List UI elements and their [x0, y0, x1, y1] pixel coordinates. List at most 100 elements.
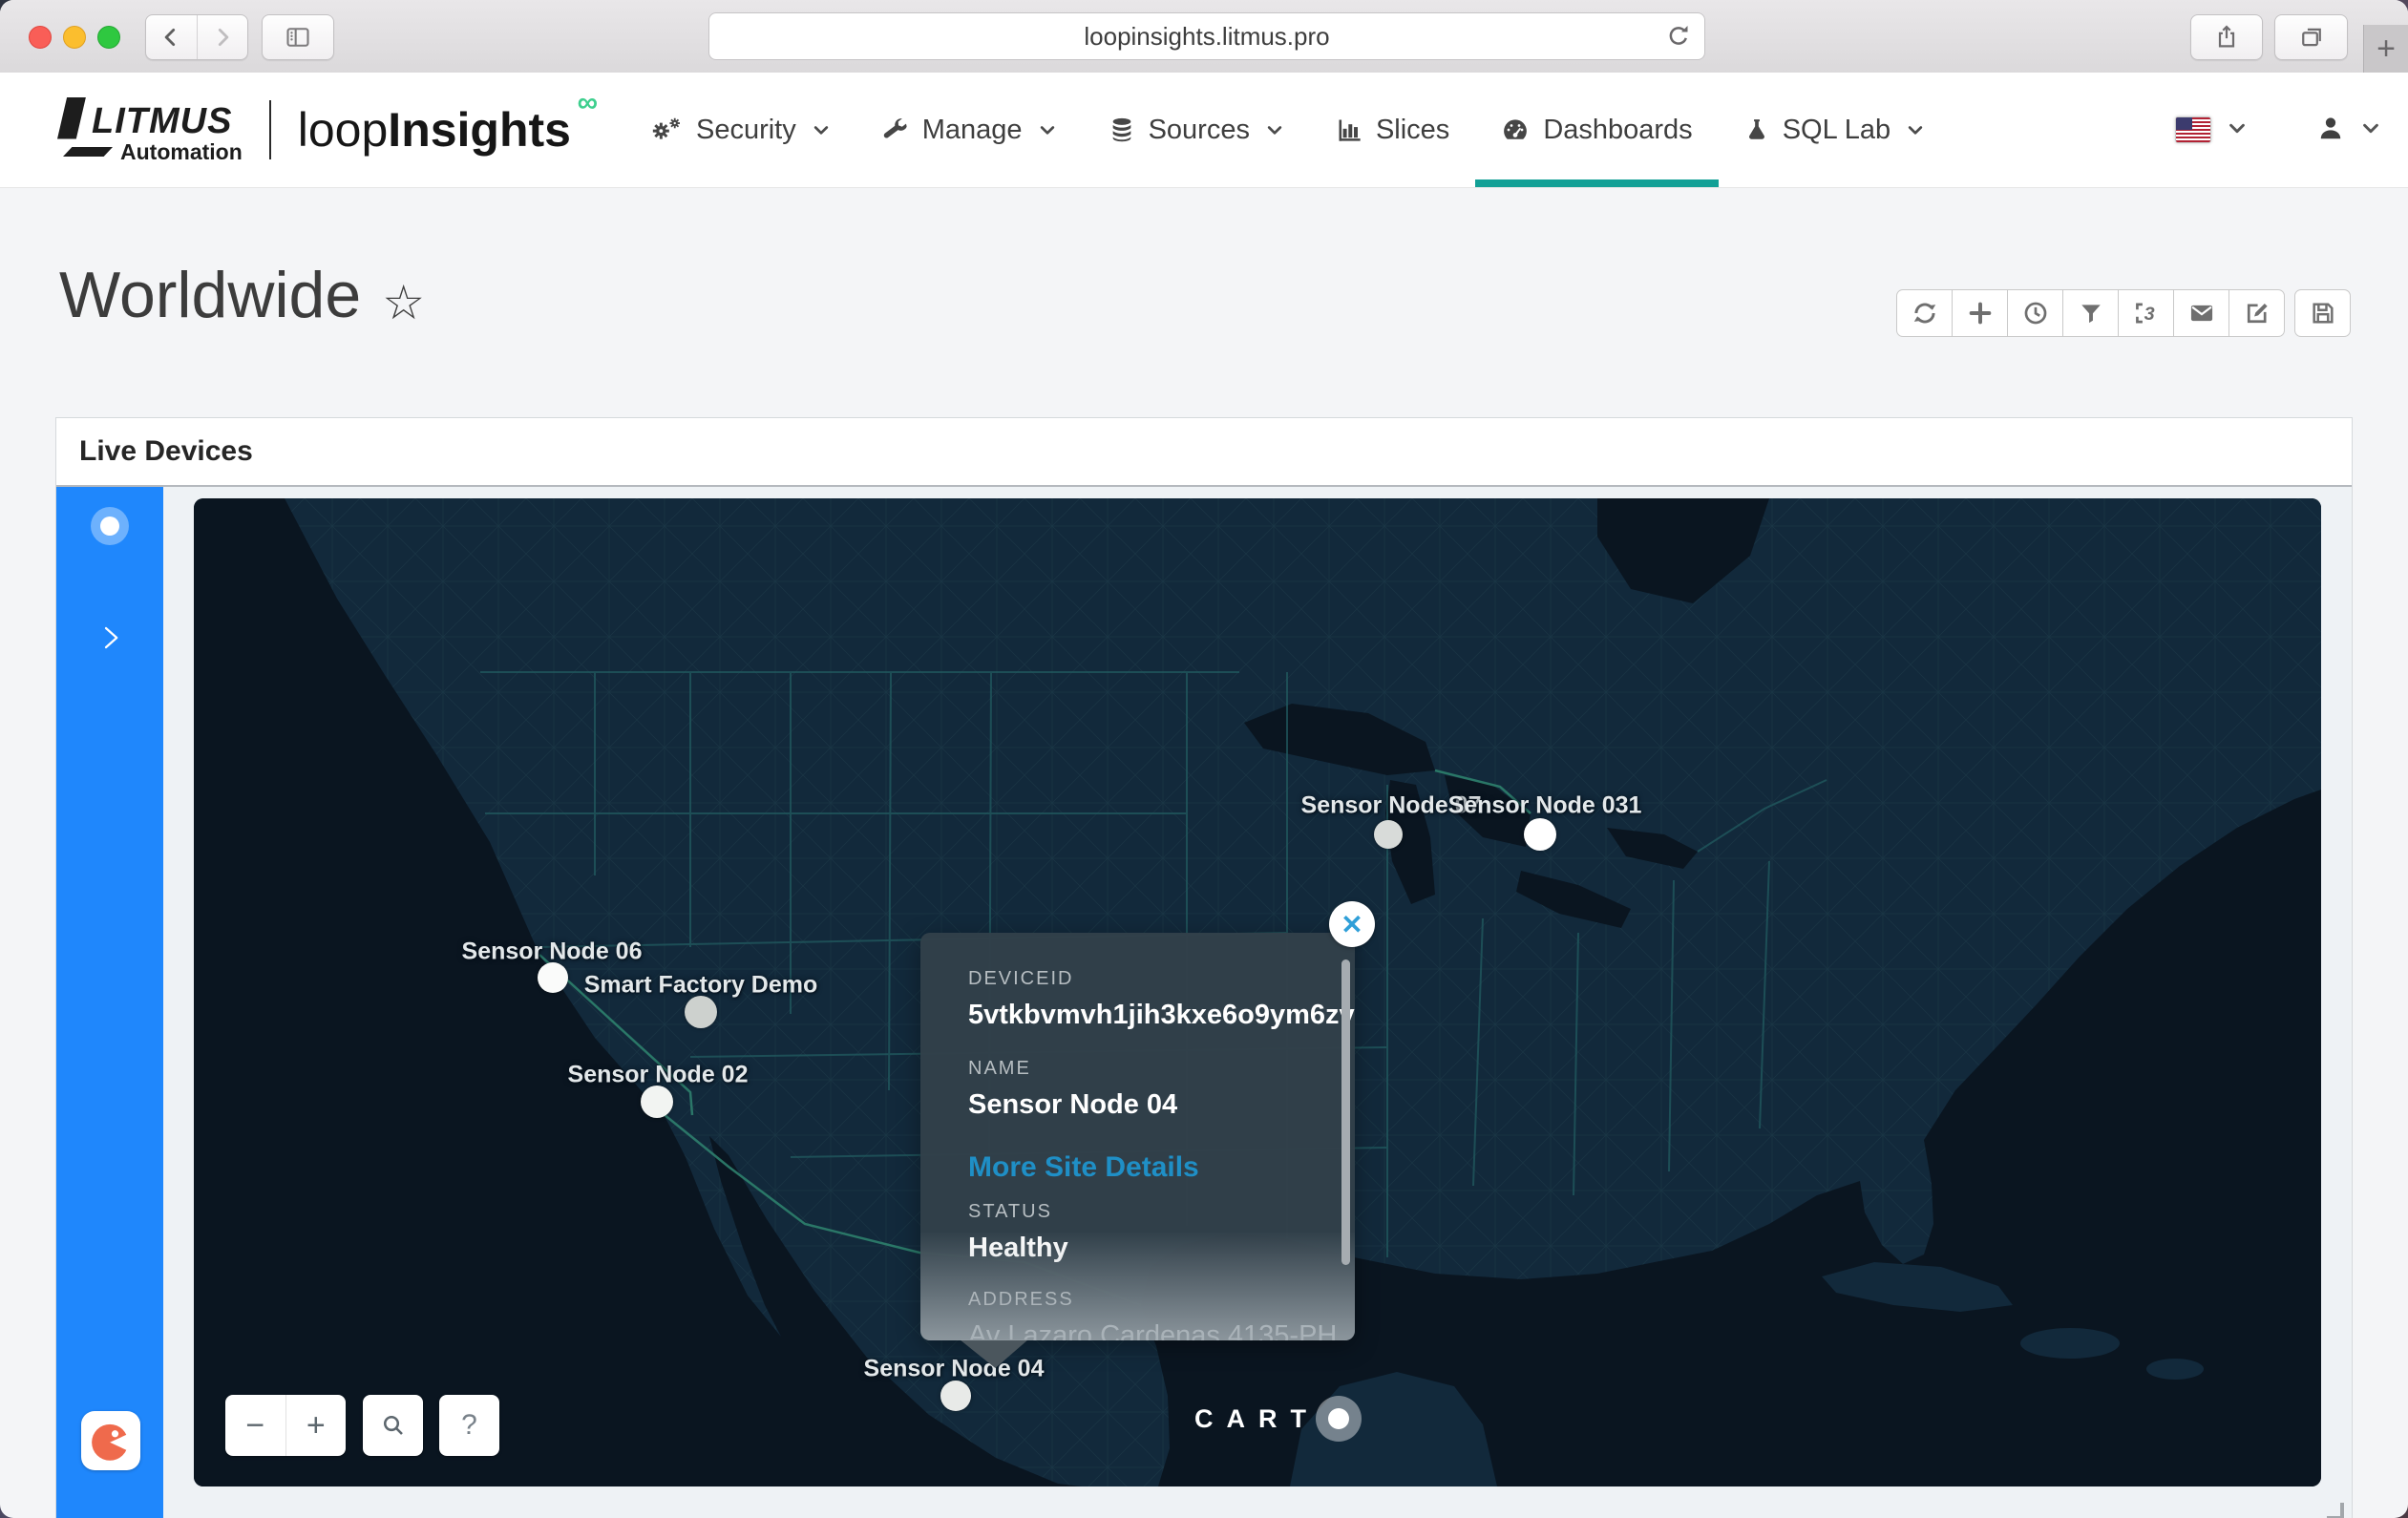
litmus-wordmark: LITMUS — [92, 103, 232, 139]
nav-item-manage[interactable]: Manage — [856, 73, 1083, 187]
edit-css-button[interactable]: 3 — [2118, 289, 2174, 337]
map-search-button[interactable] — [363, 1395, 423, 1456]
loopinsights-bold: Insights — [388, 103, 571, 157]
floppy-icon — [2310, 300, 2336, 327]
chevron-right-icon — [96, 621, 125, 655]
edit-dashboard-button[interactable] — [2228, 289, 2285, 337]
zoom-window-button[interactable] — [97, 26, 120, 49]
panel-header: Live Devices — [56, 418, 2352, 485]
close-icon: ✕ — [1341, 909, 1362, 940]
bar-chart-icon — [1336, 116, 1362, 143]
reload-button[interactable] — [1664, 22, 1693, 57]
add-slice-button[interactable] — [1952, 289, 2008, 337]
email-button[interactable] — [2173, 289, 2229, 337]
device-marker[interactable] — [641, 1086, 673, 1118]
popup-close-button[interactable]: ✕ — [1329, 901, 1375, 947]
loopinsights-thin: loop — [298, 103, 389, 157]
nav-item-sql-lab[interactable]: SQL Lab — [1719, 73, 1951, 187]
popup-field-label: NAME — [968, 1057, 1340, 1080]
chevron-right-icon — [210, 25, 235, 50]
schedule-button[interactable] — [2007, 289, 2063, 337]
svg-text:3: 3 — [2144, 304, 2154, 325]
address-bar[interactable]: loopinsights.litmus.pro — [708, 12, 1705, 60]
more-site-details-link[interactable]: More Site Details — [968, 1150, 1340, 1185]
carto-wordmark: CART — [1194, 1404, 1320, 1434]
marker-label: Sensor Node 031 — [1448, 792, 1642, 820]
gears-icon — [650, 116, 683, 143]
share-button[interactable] — [2190, 14, 2263, 60]
device-marker[interactable] — [685, 996, 717, 1028]
zoom-controls: − + — [225, 1395, 346, 1456]
carto-builder-logo[interactable] — [81, 1411, 140, 1470]
us-flag-icon — [2175, 116, 2211, 143]
chevron-down-icon — [812, 120, 831, 139]
refresh-button[interactable] — [1896, 289, 1953, 337]
tab-overview-button[interactable] — [2274, 14, 2348, 60]
rail-expand-button[interactable] — [96, 621, 125, 660]
locale-dropdown[interactable] — [2227, 117, 2248, 143]
filter-button[interactable] — [2062, 289, 2119, 337]
panel-title: Live Devices — [79, 435, 253, 468]
popup-scroll-fade — [920, 1231, 1355, 1340]
minimize-window-button[interactable] — [63, 26, 86, 49]
device-marker[interactable] — [538, 962, 568, 993]
reload-icon — [1664, 22, 1693, 51]
browser-toolbar: loopinsights.litmus.pro — [0, 0, 2408, 74]
nav-item-sources[interactable]: Sources — [1083, 73, 1310, 187]
nav-label: Sources — [1149, 115, 1250, 146]
panel-resize-handle[interactable] — [2327, 1503, 2344, 1518]
map-canvas[interactable]: Sensor Node 07 Sensor Node 031 Sensor No… — [194, 498, 2321, 1486]
close-window-button[interactable] — [29, 26, 52, 49]
litmus-mark-icon — [57, 97, 86, 139]
nav-label: Security — [696, 115, 796, 146]
css-icon: 3 — [2133, 300, 2160, 327]
device-marker[interactable] — [1524, 818, 1556, 851]
sidebar-icon — [285, 24, 311, 51]
account-dropdown[interactable] — [2360, 117, 2381, 143]
browser-window: loopinsights.litmus.pro — [0, 0, 2408, 1518]
page-title: Worldwide — [59, 258, 361, 332]
chevron-down-icon — [1906, 120, 1925, 139]
zoom-in-button[interactable]: + — [285, 1395, 347, 1456]
zoom-out-button[interactable]: − — [225, 1395, 285, 1456]
sidebar-toggle-button[interactable] — [262, 14, 334, 60]
navbar-right — [2175, 73, 2381, 187]
envelope-icon — [2188, 300, 2215, 327]
clock-icon — [2022, 300, 2049, 327]
chevron-down-icon — [1265, 120, 1284, 139]
device-marker[interactable] — [940, 1381, 971, 1411]
nav-item-security[interactable]: Security — [624, 73, 856, 187]
back-button[interactable] — [146, 15, 197, 59]
popup-field-label: DEVICEID — [968, 967, 1340, 990]
popup-scrollbar[interactable] — [1341, 959, 1350, 1265]
popup-field-value: Sensor Node 04 — [968, 1087, 1340, 1122]
forward-button[interactable] — [197, 15, 248, 59]
favorite-star-icon[interactable]: ☆ — [382, 275, 425, 330]
app-navbar: LITMUS Automation loopInsights ∞ — [0, 73, 2408, 188]
brand-logo[interactable]: LITMUS Automation loopInsights ∞ — [57, 97, 571, 163]
loopinsights-logo: loopInsights ∞ — [298, 102, 571, 158]
map-help-button[interactable]: ? — [439, 1395, 499, 1456]
wrench-icon — [882, 116, 909, 143]
tabs-icon — [2298, 24, 2325, 51]
new-tab-button[interactable]: + — [2363, 25, 2408, 73]
flask-icon — [1744, 116, 1769, 143]
popup-field-value: 5vtkbvmvh1jih3kxe6o9ym6zv — [968, 998, 1340, 1032]
funnel-icon — [2079, 301, 2103, 326]
nav-label: Manage — [922, 115, 1023, 146]
carto-attribution[interactable]: CART — [1194, 1396, 1362, 1442]
nav-item-slices[interactable]: Slices — [1310, 73, 1475, 187]
pacman-icon — [84, 1414, 137, 1467]
panel-content: Sensor Node 07 Sensor Node 031 Sensor No… — [56, 487, 2352, 1518]
layer-radio-icon[interactable] — [91, 507, 129, 545]
nav-label: SQL Lab — [1783, 115, 1890, 146]
database-icon — [1109, 116, 1135, 143]
litmus-subtitle: Automation — [120, 141, 243, 163]
device-marker[interactable] — [1374, 820, 1403, 849]
nav-item-dashboards[interactable]: Dashboards — [1475, 73, 1718, 187]
save-button[interactable] — [2294, 289, 2351, 337]
litmus-bar-icon — [63, 147, 113, 157]
chevron-down-icon — [1038, 120, 1057, 139]
share-icon — [2213, 24, 2240, 51]
carto-o-icon — [1316, 1396, 1362, 1442]
